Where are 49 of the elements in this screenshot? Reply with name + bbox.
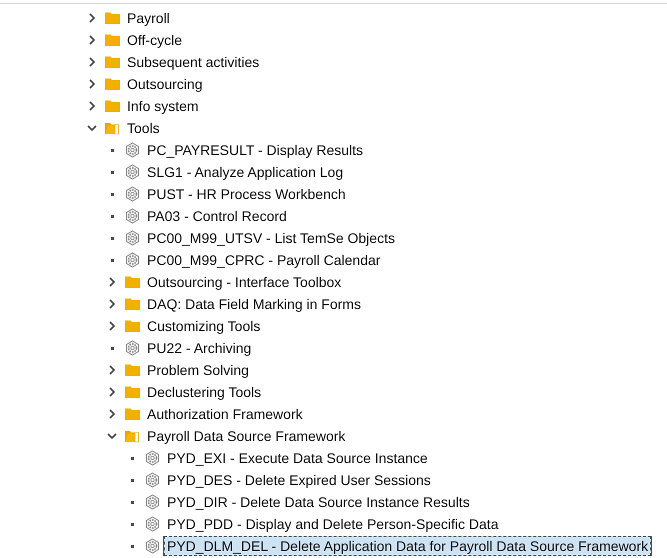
tree-item[interactable]: Subsequent activities	[124, 52, 262, 72]
tree-item[interactable]: Tools	[124, 118, 163, 138]
bullet-icon	[110, 258, 114, 262]
gear-icon	[124, 186, 141, 202]
bullet-icon	[110, 192, 114, 196]
tree-item[interactable]: PA03 - Control Record	[144, 206, 290, 226]
bullet-icon	[110, 236, 114, 240]
gear-icon	[124, 340, 141, 356]
bullet-icon	[110, 148, 114, 152]
gear-icon	[124, 142, 141, 158]
bullet-icon	[130, 522, 134, 526]
tree-item[interactable]: Outsourcing - Interface Toolbox	[144, 272, 344, 292]
gear-icon	[144, 516, 161, 532]
gear-icon	[144, 450, 161, 466]
tree-item[interactable]: Declustering Tools	[144, 382, 264, 402]
tree-item[interactable]: Authorization Framework	[144, 404, 306, 424]
tree-item[interactable]: Info system	[124, 96, 202, 116]
tree-item[interactable]: PYD_EXI - Execute Data Source Instance	[164, 448, 431, 468]
gear-icon	[124, 252, 141, 268]
gear-icon	[144, 494, 161, 510]
bullet-icon	[130, 456, 134, 460]
gear-icon	[124, 208, 141, 224]
bullet-icon	[110, 170, 114, 174]
tree-item[interactable]: PU22 - Archiving	[144, 338, 254, 358]
bullet-icon	[130, 478, 134, 482]
tree-item[interactable]: Problem Solving	[144, 360, 252, 380]
tree-item[interactable]: Payroll Data Source Framework	[144, 426, 348, 446]
tree-item[interactable]: PYD_DIR - Delete Data Source Instance Results	[164, 492, 473, 512]
bullet-icon	[110, 346, 114, 350]
tree-item[interactable]: PC00_M99_UTSV - List TemSe Objects	[144, 228, 398, 248]
tree-item[interactable]: PUST - HR Process Workbench	[144, 184, 349, 204]
tree-item[interactable]: PC_PAYRESULT - Display Results	[144, 140, 366, 160]
bullet-icon	[130, 544, 134, 548]
tree-item[interactable]: Off-cycle	[124, 30, 185, 50]
tree-item[interactable]: Payroll	[124, 8, 173, 28]
tree-item[interactable]: DAQ: Data Field Marking in Forms	[144, 294, 364, 314]
tree-item[interactable]: PYD_DES - Delete Expired User Sessions	[164, 470, 434, 490]
tree-item[interactable]: Outsourcing	[124, 74, 206, 94]
gear-icon	[144, 538, 161, 554]
tree-item[interactable]: Customizing Tools	[144, 316, 264, 336]
bullet-icon	[110, 214, 114, 218]
tree-item[interactable]: PYD_DLM_DEL - Delete Application Data for Payroll Data Source Framework	[164, 536, 652, 556]
gear-icon	[124, 230, 141, 246]
bullet-icon	[130, 500, 134, 504]
tree-item[interactable]: PYD_PDD - Display and Delete Person-Specific Data	[164, 514, 502, 534]
gear-icon	[124, 164, 141, 180]
tree-item[interactable]: SLG1 - Analyze Application Log	[144, 162, 346, 182]
tree-item[interactable]: PC00_M99_CPRC - Payroll Calendar	[144, 250, 384, 270]
gear-icon	[144, 472, 161, 488]
